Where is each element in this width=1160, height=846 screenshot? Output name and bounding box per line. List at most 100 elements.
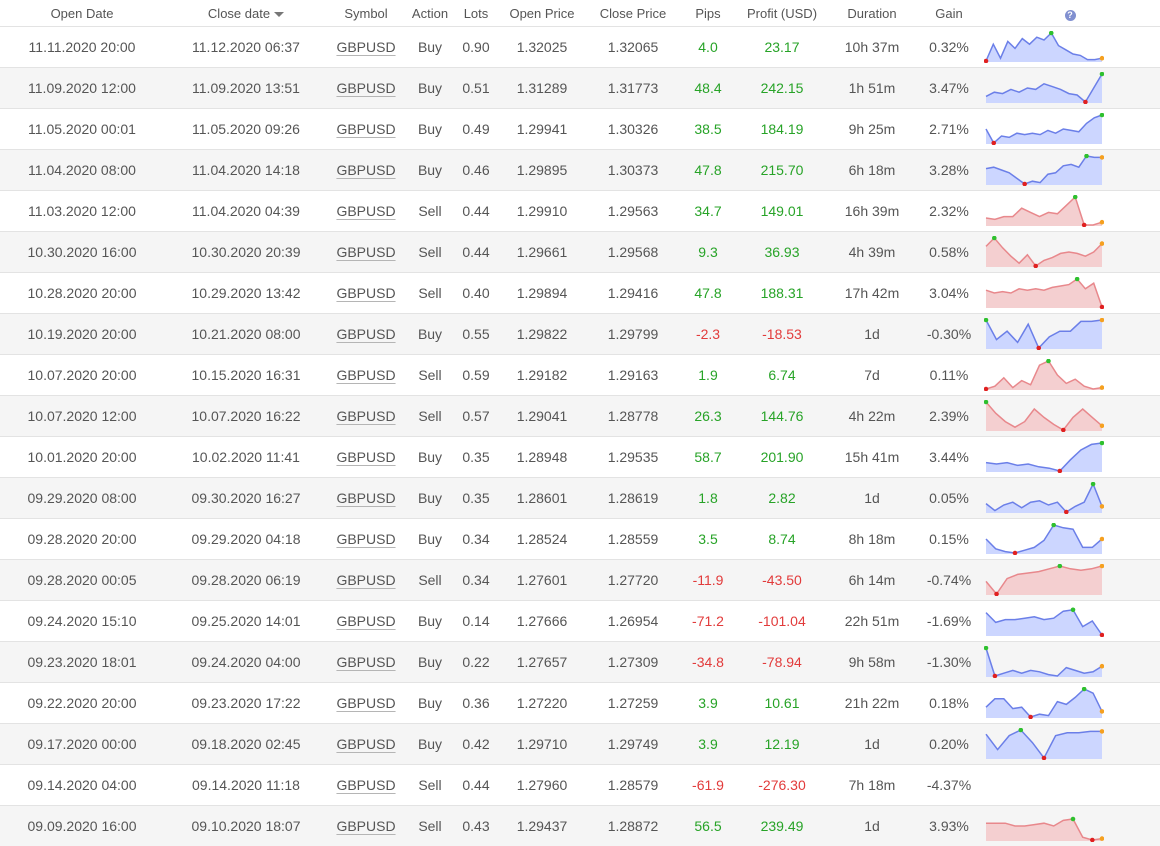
lots-cell: 0.57 bbox=[456, 396, 496, 437]
table-row[interactable]: 09.29.2020 08:0009.30.2020 16:27GBPUSDBu… bbox=[0, 478, 1160, 519]
close-price-cell: 1.27259 bbox=[588, 683, 678, 724]
header-pips[interactable]: Pips bbox=[678, 0, 738, 27]
open-price-cell: 1.29182 bbox=[496, 355, 588, 396]
duration-cell: 7d bbox=[826, 355, 918, 396]
header-action[interactable]: Action bbox=[404, 0, 456, 27]
sparkline-min-dot bbox=[1090, 838, 1095, 842]
header-close-date[interactable]: Close date bbox=[164, 0, 328, 27]
table-row[interactable]: 10.07.2020 12:0010.07.2020 16:22GBPUSDSe… bbox=[0, 396, 1160, 437]
symbol-link[interactable]: GBPUSD bbox=[336, 39, 395, 55]
header-open-date[interactable]: Open Date bbox=[0, 0, 164, 27]
sparkline-area bbox=[986, 74, 1102, 103]
header-close-price[interactable]: Close Price bbox=[588, 0, 678, 27]
close-price-cell: 1.29535 bbox=[588, 437, 678, 478]
trend-sparkline-cell bbox=[980, 273, 1160, 314]
lots-cell: 0.35 bbox=[456, 437, 496, 478]
close-date-cell: 10.29.2020 13:42 bbox=[164, 273, 328, 314]
header-duration[interactable]: Duration bbox=[826, 0, 918, 27]
table-row[interactable]: 09.23.2020 18:0109.24.2020 04:00GBPUSDBu… bbox=[0, 642, 1160, 683]
table-row[interactable]: 09.28.2020 00:0509.28.2020 06:19GBPUSDSe… bbox=[0, 560, 1160, 601]
table-row[interactable]: 09.17.2020 00:0009.18.2020 02:45GBPUSDBu… bbox=[0, 724, 1160, 765]
gain-cell: 0.32% bbox=[918, 27, 980, 68]
symbol-link[interactable]: GBPUSD bbox=[336, 572, 395, 588]
symbol-link[interactable]: GBPUSD bbox=[336, 121, 395, 137]
gain-cell: 0.58% bbox=[918, 232, 980, 273]
trend-sparkline-cell bbox=[980, 191, 1160, 232]
symbol-link[interactable]: GBPUSD bbox=[336, 695, 395, 711]
trend-sparkline-cell bbox=[980, 68, 1160, 109]
open-price-cell: 1.27220 bbox=[496, 683, 588, 724]
symbol-link[interactable]: GBPUSD bbox=[336, 367, 395, 383]
pips-cell: 3.9 bbox=[678, 724, 738, 765]
close-price-cell: 1.29163 bbox=[588, 355, 678, 396]
close-price-cell: 1.27309 bbox=[588, 642, 678, 683]
symbol-link[interactable]: GBPUSD bbox=[336, 408, 395, 424]
action-cell: Buy bbox=[404, 27, 456, 68]
symbol-link[interactable]: GBPUSD bbox=[336, 449, 395, 465]
table-row[interactable]: 09.22.2020 20:0009.23.2020 17:22GBPUSDBu… bbox=[0, 683, 1160, 724]
table-row[interactable]: 09.24.2020 15:1009.25.2020 14:01GBPUSDBu… bbox=[0, 601, 1160, 642]
table-row[interactable]: 09.14.2020 04:0009.14.2020 11:18GBPUSDSe… bbox=[0, 765, 1160, 806]
trend-sparkline bbox=[984, 810, 1104, 842]
table-row[interactable]: 11.04.2020 08:0011.04.2020 14:18GBPUSDBu… bbox=[0, 150, 1160, 191]
symbol-link[interactable]: GBPUSD bbox=[336, 80, 395, 96]
header-trend: ? bbox=[980, 0, 1160, 27]
table-row[interactable]: 09.28.2020 20:0009.29.2020 04:18GBPUSDBu… bbox=[0, 519, 1160, 560]
symbol-cell: GBPUSD bbox=[328, 478, 404, 519]
pips-cell: 56.5 bbox=[678, 806, 738, 846]
header-open-price[interactable]: Open Price bbox=[496, 0, 588, 27]
header-lots[interactable]: Lots bbox=[456, 0, 496, 27]
symbol-link[interactable]: GBPUSD bbox=[336, 326, 395, 342]
action-cell: Sell bbox=[404, 355, 456, 396]
table-row[interactable]: 10.28.2020 20:0010.29.2020 13:42GBPUSDSe… bbox=[0, 273, 1160, 314]
header-close-date-label: Close date bbox=[208, 6, 270, 21]
table-row[interactable]: 11.03.2020 12:0011.04.2020 04:39GBPUSDSe… bbox=[0, 191, 1160, 232]
table-row[interactable]: 10.19.2020 20:0010.21.2020 08:00GBPUSDBu… bbox=[0, 314, 1160, 355]
symbol-link[interactable]: GBPUSD bbox=[336, 654, 395, 670]
close-date-cell: 10.21.2020 08:00 bbox=[164, 314, 328, 355]
pips-cell: -61.9 bbox=[678, 765, 738, 806]
header-gain[interactable]: Gain bbox=[918, 0, 980, 27]
trend-sparkline bbox=[984, 195, 1104, 227]
lots-cell: 0.49 bbox=[456, 109, 496, 150]
close-price-cell: 1.30373 bbox=[588, 150, 678, 191]
table-row[interactable]: 10.30.2020 16:0010.30.2020 20:39GBPUSDSe… bbox=[0, 232, 1160, 273]
table-row[interactable]: 11.09.2020 12:0011.09.2020 13:51GBPUSDBu… bbox=[0, 68, 1160, 109]
table-row[interactable]: 10.07.2020 20:0010.15.2020 16:31GBPUSDSe… bbox=[0, 355, 1160, 396]
table-row[interactable]: 11.11.2020 20:0011.12.2020 06:37GBPUSDBu… bbox=[0, 27, 1160, 68]
table-row[interactable]: 09.09.2020 16:0009.10.2020 18:07GBPUSDSe… bbox=[0, 806, 1160, 846]
close-date-cell: 11.09.2020 13:51 bbox=[164, 68, 328, 109]
gain-cell: 2.39% bbox=[918, 396, 980, 437]
open-date-cell: 09.14.2020 04:00 bbox=[0, 765, 164, 806]
trend-sparkline bbox=[984, 277, 1104, 309]
gain-cell: 0.11% bbox=[918, 355, 980, 396]
symbol-cell: GBPUSD bbox=[328, 642, 404, 683]
header-profit[interactable]: Profit (USD) bbox=[738, 0, 826, 27]
lots-cell: 0.34 bbox=[456, 560, 496, 601]
gain-cell: 2.71% bbox=[918, 109, 980, 150]
table-row[interactable]: 11.05.2020 00:0111.05.2020 09:26GBPUSDBu… bbox=[0, 109, 1160, 150]
symbol-link[interactable]: GBPUSD bbox=[336, 531, 395, 547]
help-icon[interactable]: ? bbox=[1065, 10, 1076, 21]
lots-cell: 0.36 bbox=[456, 683, 496, 724]
profit-cell: 12.19 bbox=[738, 724, 826, 765]
symbol-link[interactable]: GBPUSD bbox=[336, 736, 395, 752]
symbol-link[interactable]: GBPUSD bbox=[336, 244, 395, 260]
open-date-cell: 11.11.2020 20:00 bbox=[0, 27, 164, 68]
action-cell: Buy bbox=[404, 683, 456, 724]
symbol-link[interactable]: GBPUSD bbox=[336, 777, 395, 793]
symbol-link[interactable]: GBPUSD bbox=[336, 613, 395, 629]
sparkline-area bbox=[986, 610, 1102, 636]
duration-cell: 16h 39m bbox=[826, 191, 918, 232]
pips-cell: 3.5 bbox=[678, 519, 738, 560]
symbol-link[interactable]: GBPUSD bbox=[336, 162, 395, 178]
table-row[interactable]: 10.01.2020 20:0010.02.2020 11:41GBPUSDBu… bbox=[0, 437, 1160, 478]
header-symbol[interactable]: Symbol bbox=[328, 0, 404, 27]
lots-cell: 0.51 bbox=[456, 68, 496, 109]
symbol-link[interactable]: GBPUSD bbox=[336, 203, 395, 219]
open-date-cell: 11.04.2020 08:00 bbox=[0, 150, 164, 191]
symbol-link[interactable]: GBPUSD bbox=[336, 285, 395, 301]
symbol-link[interactable]: GBPUSD bbox=[336, 490, 395, 506]
lots-cell: 0.43 bbox=[456, 806, 496, 846]
symbol-link[interactable]: GBPUSD bbox=[336, 818, 395, 834]
